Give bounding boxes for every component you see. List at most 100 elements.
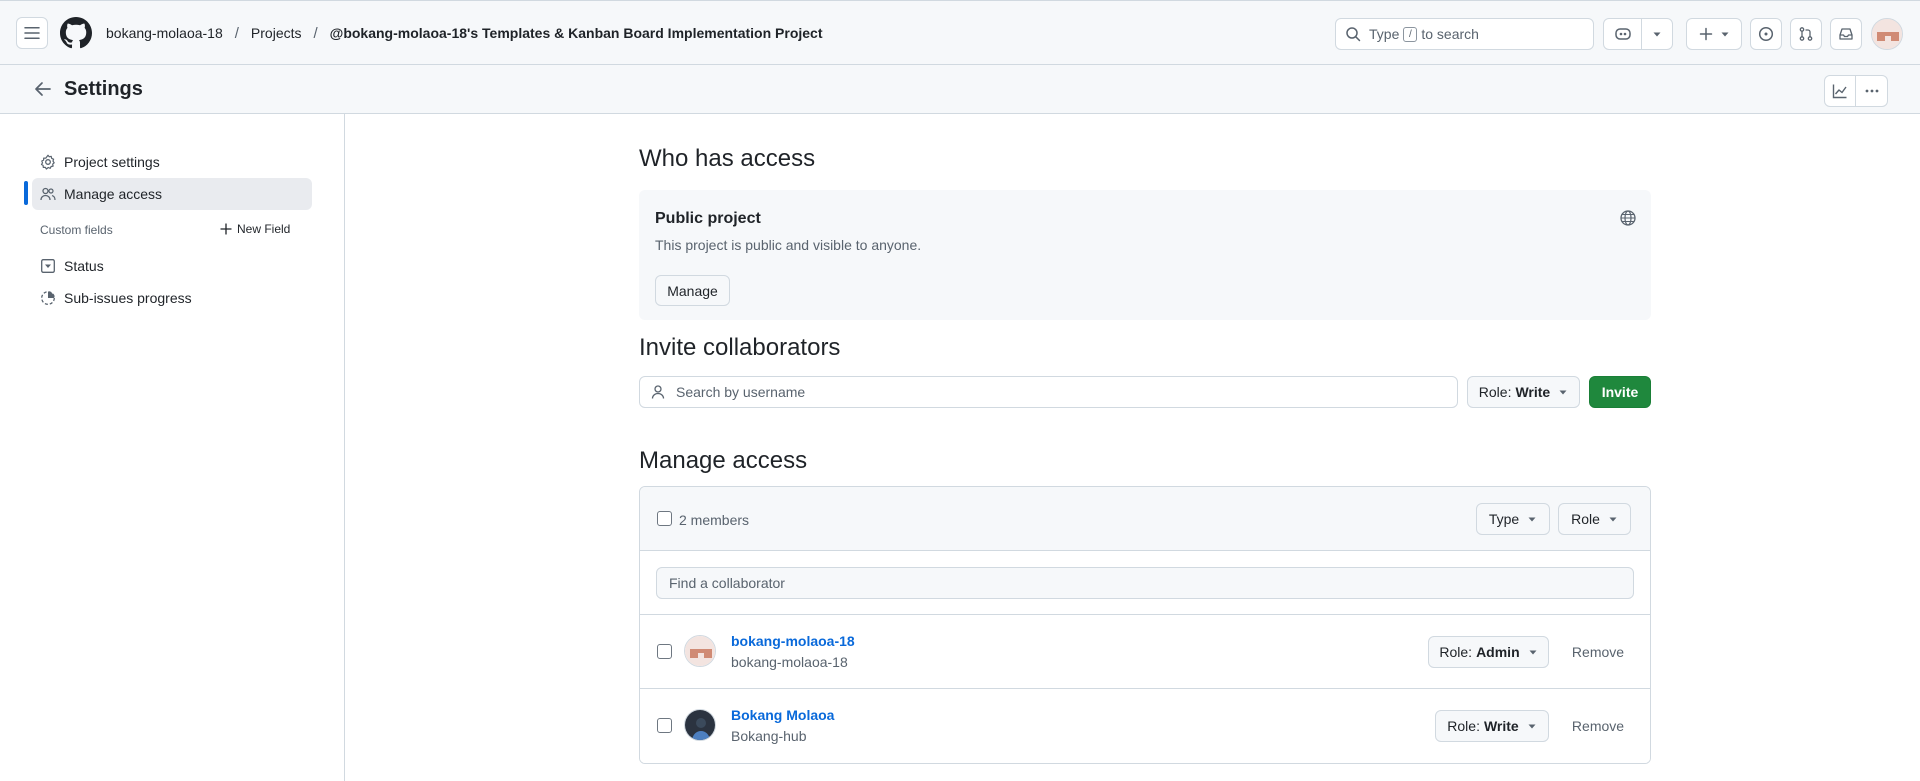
breadcrumb-projects[interactable]: Projects bbox=[251, 25, 302, 41]
triangle-down-icon bbox=[1527, 721, 1537, 731]
new-field-label: New Field bbox=[237, 222, 291, 236]
visibility-description: This project is public and visible to an… bbox=[655, 237, 922, 253]
role-prefix: Role: bbox=[1478, 384, 1512, 400]
breadcrumb: bokang-molaoa-18 / Projects / @bokang-mo… bbox=[106, 23, 823, 43]
invite-search-placeholder: Search by username bbox=[676, 384, 806, 400]
select-all-checkbox[interactable] bbox=[657, 511, 672, 526]
invite-search-input[interactable]: Search by username bbox=[639, 376, 1458, 408]
pull-requests-button[interactable] bbox=[1790, 18, 1822, 50]
member-role-dropdown[interactable]: Role: Admin bbox=[1428, 636, 1549, 668]
member-name-link[interactable]: bokang-molaoa-18 bbox=[731, 633, 855, 649]
settings-sidebar bbox=[0, 114, 345, 781]
progress-icon bbox=[40, 290, 56, 306]
role-value: Write bbox=[1515, 384, 1551, 400]
sidebar-item-label: Manage access bbox=[64, 186, 163, 202]
list-item: bokang-molaoa-18 bokang-molaoa-18 Role: … bbox=[640, 615, 1650, 689]
custom-fields-heading: Custom fields bbox=[40, 223, 113, 237]
single-select-icon bbox=[40, 258, 56, 274]
copilot-dropdown-button[interactable] bbox=[1642, 19, 1672, 49]
create-new-button[interactable] bbox=[1686, 18, 1742, 50]
role-value: Write bbox=[1483, 718, 1519, 734]
sidebar-item-project-settings[interactable]: Project settings bbox=[32, 146, 312, 178]
search-shortcut-key: / bbox=[1403, 26, 1418, 42]
invite-role-dropdown[interactable]: Role: Write bbox=[1467, 376, 1580, 408]
manage-access-heading: Manage access bbox=[639, 447, 808, 474]
role-prefix: Role: bbox=[1439, 644, 1473, 660]
list-item: Bokang Molaoa Bokang-hub Role: Write Rem… bbox=[640, 689, 1650, 763]
find-collaborator-placeholder: Find a collaborator bbox=[669, 575, 785, 591]
visibility-panel: Public project This project is public an… bbox=[639, 190, 1651, 320]
role-prefix: Role: bbox=[1447, 718, 1480, 734]
triangle-down-icon bbox=[1608, 514, 1618, 524]
who-has-access-heading: Who has access bbox=[639, 145, 816, 172]
member-name-link[interactable]: Bokang Molaoa bbox=[731, 707, 834, 723]
triangle-down-icon bbox=[1558, 387, 1568, 397]
arrow-left-icon bbox=[33, 79, 53, 99]
graph-icon bbox=[1832, 83, 1848, 99]
invite-button[interactable]: Invite bbox=[1589, 376, 1651, 408]
collaborators-list-header: 2 members Type Role bbox=[640, 487, 1650, 551]
issues-icon bbox=[1758, 26, 1774, 42]
type-filter-label: Type bbox=[1488, 511, 1520, 527]
triangle-down-icon bbox=[1527, 514, 1537, 524]
remove-member-button[interactable]: Remove bbox=[1558, 710, 1638, 742]
copilot-button-group bbox=[1603, 18, 1673, 50]
copilot-button[interactable] bbox=[1604, 19, 1642, 49]
role-filter-label: Role bbox=[1571, 511, 1600, 527]
user-avatar[interactable] bbox=[1871, 18, 1903, 50]
inbox-icon bbox=[1838, 26, 1854, 42]
find-collaborator-input[interactable]: Find a collaborator bbox=[656, 567, 1634, 599]
find-collaborator-row: Find a collaborator bbox=[640, 551, 1650, 615]
globe-icon bbox=[1619, 209, 1637, 227]
new-field-button[interactable]: New Field bbox=[220, 222, 290, 236]
triangle-down-icon bbox=[1720, 29, 1730, 39]
header-divider bbox=[1672, 23, 1673, 45]
avatar bbox=[684, 709, 716, 741]
back-button[interactable] bbox=[33, 79, 53, 99]
global-search-input[interactable]: Type / to search bbox=[1335, 18, 1594, 50]
search-hint-before: Type bbox=[1369, 26, 1400, 42]
insights-button[interactable] bbox=[1824, 75, 1856, 107]
role-filter-dropdown[interactable]: Role bbox=[1558, 503, 1631, 535]
active-item-indicator bbox=[24, 181, 28, 205]
remove-member-button[interactable]: Remove bbox=[1558, 636, 1638, 668]
type-filter-dropdown[interactable]: Type bbox=[1476, 503, 1550, 535]
kebab-horizontal-icon bbox=[1864, 83, 1880, 99]
visibility-title: Public project bbox=[655, 210, 761, 227]
manage-visibility-button[interactable]: Manage bbox=[655, 275, 730, 306]
global-header: bokang-molaoa-18 / Projects / @bokang-mo… bbox=[0, 0, 1920, 65]
issues-button[interactable] bbox=[1750, 18, 1782, 50]
breadcrumb-separator: / bbox=[234, 24, 239, 42]
search-hint-after: to search bbox=[1421, 26, 1479, 42]
search-icon bbox=[1345, 26, 1361, 42]
sidebar-item-label: Project settings bbox=[64, 154, 160, 170]
sidebar-item-sub-issues-progress[interactable]: Sub-issues progress bbox=[32, 282, 312, 314]
member-login: Bokang-hub bbox=[731, 728, 807, 744]
more-options-button[interactable] bbox=[1856, 75, 1888, 107]
inbox-button[interactable] bbox=[1830, 18, 1862, 50]
plus-icon bbox=[220, 223, 232, 235]
sidebar-item-status[interactable]: Status bbox=[32, 250, 312, 282]
menu-button[interactable] bbox=[16, 17, 48, 49]
gear-icon bbox=[40, 154, 56, 170]
member-login: bokang-molaoa-18 bbox=[731, 654, 848, 670]
triangle-down-icon bbox=[1652, 29, 1662, 39]
settings-header: Settings bbox=[0, 65, 1920, 114]
copilot-icon bbox=[1614, 26, 1632, 42]
member-role-dropdown[interactable]: Role: Write bbox=[1435, 710, 1549, 742]
member-checkbox[interactable] bbox=[657, 718, 672, 733]
hamburger-icon bbox=[24, 25, 40, 41]
sidebar-item-manage-access[interactable]: Manage access bbox=[32, 178, 312, 210]
github-logo[interactable] bbox=[60, 17, 92, 49]
sidebar-item-label: Sub-issues progress bbox=[64, 290, 192, 306]
breadcrumb-separator: / bbox=[313, 24, 318, 42]
role-value: Admin bbox=[1476, 644, 1520, 660]
triangle-down-icon bbox=[1528, 647, 1538, 657]
breadcrumb-project-title[interactable]: @bokang-molaoa-18's Templates & Kanban B… bbox=[330, 25, 823, 41]
breadcrumb-owner[interactable]: bokang-molaoa-18 bbox=[106, 25, 223, 41]
member-checkbox[interactable] bbox=[657, 644, 672, 659]
invite-collaborators-heading: Invite collaborators bbox=[639, 334, 841, 361]
members-count: 2 members bbox=[679, 512, 750, 528]
page-title: Settings bbox=[64, 78, 143, 100]
plus-icon bbox=[1698, 26, 1714, 42]
